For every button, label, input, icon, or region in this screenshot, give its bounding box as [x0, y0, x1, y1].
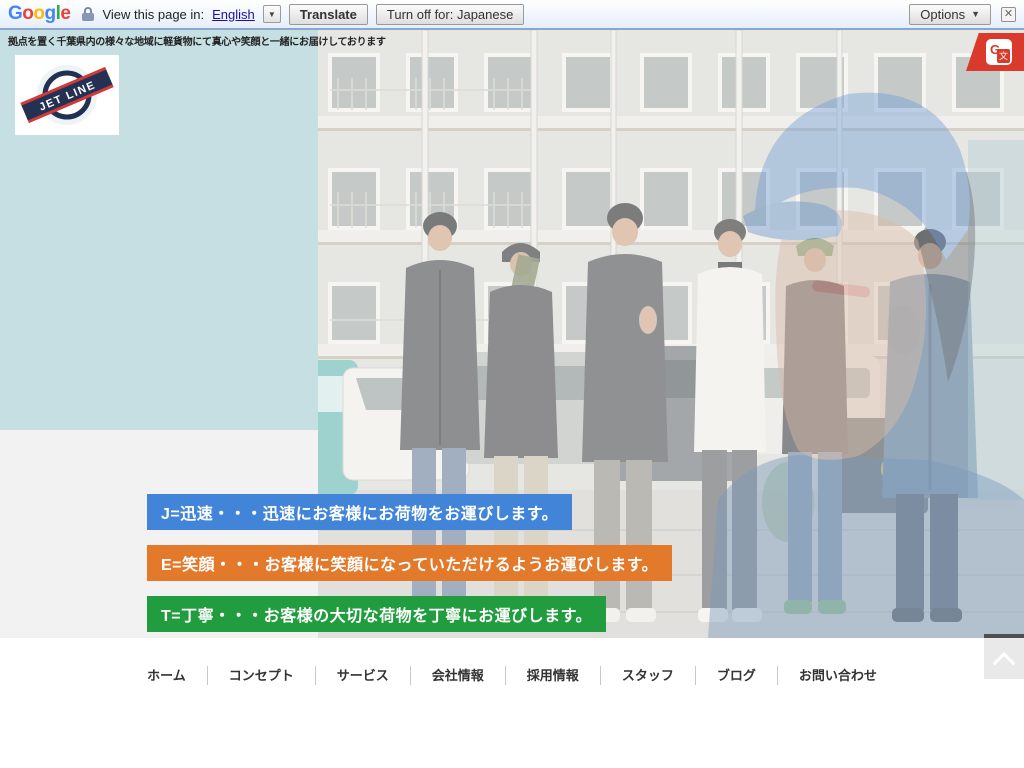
nav-item-recruit[interactable]: 採用情報 — [505, 666, 600, 685]
nav-item-service[interactable]: サービス — [315, 666, 410, 685]
translate-button[interactable]: Translate — [289, 4, 368, 25]
nav-item-blog[interactable]: ブログ — [695, 666, 777, 685]
google-logo-letter: g — [45, 3, 56, 24]
options-label: Options — [920, 7, 965, 22]
google-translate-bar: Google View this page in: English ▼ Tran… — [0, 0, 1024, 30]
turn-off-button[interactable]: Turn off for: Japanese — [376, 4, 524, 25]
badge-translate-char: 文 — [997, 49, 1010, 63]
google-logo-letter: e — [60, 3, 70, 24]
nav-item-concept[interactable]: コンセプト — [207, 666, 315, 685]
language-link[interactable]: English — [212, 7, 255, 22]
google-logo-letter: o — [33, 3, 44, 24]
chevron-down-icon: ▼ — [971, 9, 980, 19]
google-translate-icon: G 文 — [986, 39, 1012, 65]
google-logo-letter: o — [22, 3, 33, 24]
nav-item-company[interactable]: 会社情報 — [410, 666, 505, 685]
google-logo: Google — [8, 3, 70, 25]
slogan-banner-t: T=丁寧・・・お客様の大切な荷物を丁寧にお運びします。 — [147, 596, 606, 632]
company-logo[interactable]: JET LINE — [15, 55, 119, 135]
google-logo-letter: G — [8, 3, 22, 24]
nav-item-home[interactable]: ホーム — [126, 666, 207, 685]
footer: ホームコンセプトサービス会社情報採用情報スタッフブログお問い合わせ — [0, 638, 1024, 768]
view-page-label: View this page in: — [102, 7, 204, 22]
nav-item-staff[interactable]: スタッフ — [600, 666, 695, 685]
site-tagline: 拠点を置く千葉県内の様々な地域に軽貨物にて真心や笑顔と一緒にお届けしております — [8, 33, 386, 48]
main-nav: ホームコンセプトサービス会社情報採用情報スタッフブログお問い合わせ — [0, 666, 1024, 685]
chevron-down-icon: ▼ — [268, 10, 276, 19]
nav-item-contact[interactable]: お問い合わせ — [777, 666, 898, 685]
page: Google View this page in: English ▼ Tran… — [0, 0, 1024, 768]
slogan-banner-e: E=笑顔・・・お客様に笑顔になっていただけるようお運びします。 — [147, 545, 672, 581]
chevron-up-icon — [993, 651, 1016, 674]
scroll-top-button[interactable] — [984, 634, 1024, 679]
close-translate-bar-button[interactable]: ✕ — [1001, 7, 1016, 22]
slogan-banner-j: J=迅速・・・迅速にお客様にお荷物をお運びします。 — [147, 494, 572, 530]
lock-icon — [82, 7, 94, 21]
language-dropdown-button[interactable]: ▼ — [263, 5, 281, 23]
jet-line-logo-icon: JET LINE — [15, 55, 119, 135]
options-button[interactable]: Options ▼ — [909, 4, 991, 25]
